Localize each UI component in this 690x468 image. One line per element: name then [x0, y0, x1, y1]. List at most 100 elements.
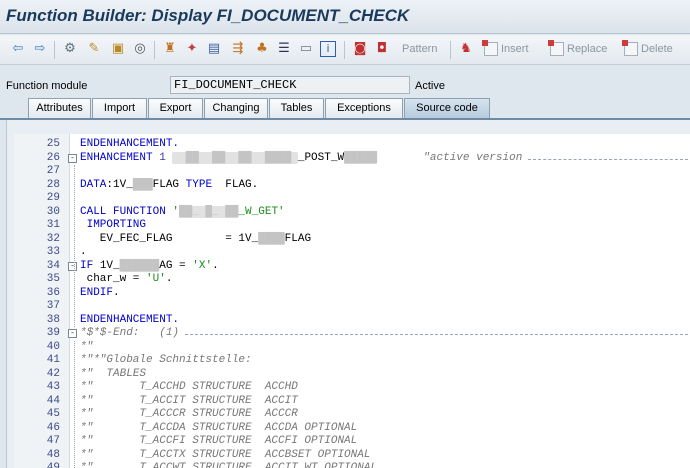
code-line[interactable]: 27 — [14, 165, 690, 179]
line-number: 33 — [46, 246, 60, 258]
tab-export[interactable]: Export — [148, 98, 203, 118]
line-number: 35 — [46, 273, 60, 285]
block-indicator-line — [74, 165, 75, 327]
insert-icon — [482, 40, 498, 56]
code-line[interactable]: 48 *" T_ACCTX STRUCTURE ACCBSET OPTIONAL — [14, 449, 690, 463]
tab-import[interactable]: Import — [92, 98, 147, 118]
test-icon[interactable]: ✦ — [184, 41, 200, 57]
code-text: EV_FEC_FLAG = 1V_████FLAG — [80, 232, 312, 247]
code-line[interactable]: 43 *" T_ACCHD STRUCTURE ACCHD — [14, 381, 690, 395]
code-text: *" T_ACCIT STRUCTURE ACCIT — [80, 395, 298, 409]
code-line[interactable]: 38 ENDENHANCEMENT. — [14, 314, 690, 328]
code-token: _POST_W — [297, 151, 345, 164]
code-line[interactable]: 47 *" T_ACCFI STRUCTURE ACCFI OPTIONAL — [14, 435, 690, 449]
tab-attributes[interactable]: Attributes — [28, 98, 91, 118]
insert-button[interactable]: Insert — [501, 43, 529, 55]
code-token: "active version — [423, 151, 523, 164]
info-icon[interactable]: ☰ — [276, 41, 292, 57]
code-token: *" T_ACCHD STRUCTURE ACCHD — [80, 381, 298, 393]
code-text: IMPORTING — [80, 219, 146, 233]
code-text: CALL FUNCTION '██_ █_ ██_W_GET' — [80, 205, 285, 220]
code-token: 'U' — [146, 273, 166, 285]
code-token: *" — [80, 340, 94, 353]
code-token: :1V_ — [106, 178, 133, 191]
line-number: 47 — [46, 435, 60, 447]
delete-icon[interactable]: ◙ — [352, 41, 368, 57]
fold-toggle-icon[interactable]: - — [68, 261, 77, 271]
redacted-text: ████ — [258, 232, 285, 245]
info-icon[interactable]: i — [320, 41, 336, 57]
code-line[interactable]: 35 char_w = 'U'. — [14, 273, 690, 287]
delete-button[interactable]: Delete — [641, 43, 673, 55]
code-line[interactable]: 36 ENDIF. — [14, 287, 690, 301]
code-line[interactable]: 30 CALL FUNCTION '██_ █_ ██_W_GET' — [14, 205, 690, 220]
code-line[interactable]: 45 *" T_ACCCR STRUCTURE ACCCR — [14, 408, 690, 422]
line-number: 32 — [46, 232, 60, 245]
fold-toggle-icon[interactable]: - — [68, 153, 77, 163]
tab-tables[interactable]: Tables — [269, 98, 324, 118]
check-icon[interactable]: ♜ — [162, 41, 178, 57]
code-line[interactable]: 29 — [14, 192, 690, 206]
code-text: *" T_ACCTX STRUCTURE ACCBSET OPTIONAL — [80, 449, 370, 463]
back-arrow-icon[interactable]: ⇦ — [10, 41, 26, 57]
toolbar-separator — [344, 41, 345, 59]
code-line[interactable]: 34- IF 1V_██████AG = 'X'. — [14, 259, 690, 274]
code-line[interactable]: 41 *"*"Globale Schnittstelle: — [14, 354, 690, 368]
code-token: FLAG. — [212, 178, 259, 191]
code-token: . — [80, 246, 87, 258]
code-line[interactable]: 28 DATA:1V_███FLAG TYPE FLAG. — [14, 178, 690, 193]
activate-icon[interactable]: ▣ — [110, 41, 126, 57]
code-line[interactable]: 31 IMPORTING — [14, 219, 690, 233]
code-line[interactable]: 26- ENHANCEMENT 1 ██ ██ ██ ████ _POST_W██… — [14, 151, 690, 166]
code-text: *" — [80, 341, 93, 355]
function-module-field[interactable]: FI_DOCUMENT_CHECK — [170, 76, 410, 94]
delete-line-icon — [622, 40, 638, 56]
forward-arrow-icon[interactable]: ⇨ — [32, 41, 48, 57]
code-line[interactable]: 32 EV_FEC_FLAG = 1V_████FLAG — [14, 232, 690, 247]
code-text: *" T_ACCDA STRUCTURE ACCDA OPTIONAL — [80, 422, 357, 436]
enhance-icon[interactable]: ♣ — [254, 41, 270, 57]
code-line[interactable]: 25 ENDENHANCEMENT. — [14, 138, 690, 152]
tab-changing[interactable]: Changing — [204, 98, 268, 118]
code-line[interactable]: 40 *" — [14, 341, 690, 355]
tab-source-code[interactable]: Source code — [404, 98, 490, 118]
code-token: FLAG — [284, 232, 312, 245]
code-token: . — [113, 286, 120, 299]
code-line[interactable]: 42 *" TABLES — [14, 368, 690, 382]
title-bar: Function Builder: Display FI_DOCUMENT_CH… — [0, 0, 690, 34]
code-token: . — [165, 273, 173, 285]
code-line[interactable]: 49 *" T_ACCWT STRUCTURE ACCIT_WT OPTIONAL — [14, 462, 690, 468]
toolbar-separator — [54, 41, 55, 59]
object-list-icon[interactable]: ▤ — [206, 41, 222, 57]
code-line[interactable]: 44 *" T_ACCIT STRUCTURE ACCIT — [14, 395, 690, 409]
line-number: 39 — [46, 327, 60, 339]
code-text: DATA:1V_███FLAG TYPE FLAG. — [80, 178, 259, 193]
code-text: *" T_ACCHD STRUCTURE ACCHD — [80, 381, 298, 395]
tab-exceptions[interactable]: Exceptions — [325, 98, 403, 118]
replace-button[interactable]: Replace — [567, 43, 607, 55]
source-code-editor[interactable]: 25 ENDENHANCEMENT. 26- ENHANCEMENT 1 ██ ██ … — [14, 134, 690, 468]
code-line[interactable]: 39- *$*$-End: (1) — [14, 327, 690, 341]
code-line[interactable]: 37 — [14, 300, 690, 314]
code-line[interactable]: 33. — [14, 246, 690, 260]
code-text: . — [80, 246, 87, 260]
display-object-icon[interactable]: ▭ — [298, 41, 314, 57]
copy-icon[interactable]: ◘ — [374, 41, 390, 57]
code-token: *" T_ACCCR STRUCTURE ACCCR — [80, 408, 298, 420]
other-object-icon[interactable]: ⚙ — [62, 41, 78, 57]
function-module-row: Function module FI_DOCUMENT_CHECK Active — [0, 72, 690, 98]
code-line[interactable]: 46 *" T_ACCDA STRUCTURE ACCDA OPTIONAL — [14, 422, 690, 436]
line-number: 26 — [46, 151, 60, 164]
pattern-button[interactable]: Pattern — [402, 43, 437, 55]
line-number: 48 — [46, 448, 60, 461]
display-change-icon[interactable]: ✎ — [86, 41, 102, 57]
line-number: 28 — [46, 178, 60, 191]
line-number: 43 — [46, 381, 60, 393]
code-token: DATA — [80, 178, 107, 191]
fold-toggle-icon[interactable]: - — [68, 329, 77, 338]
hierarchy-icon[interactable]: ♞ — [458, 41, 474, 57]
navigation-icon[interactable]: ⇶ — [230, 41, 246, 57]
code-token: AG = — [159, 259, 193, 272]
where-used-icon[interactable]: ◎ — [132, 41, 148, 57]
